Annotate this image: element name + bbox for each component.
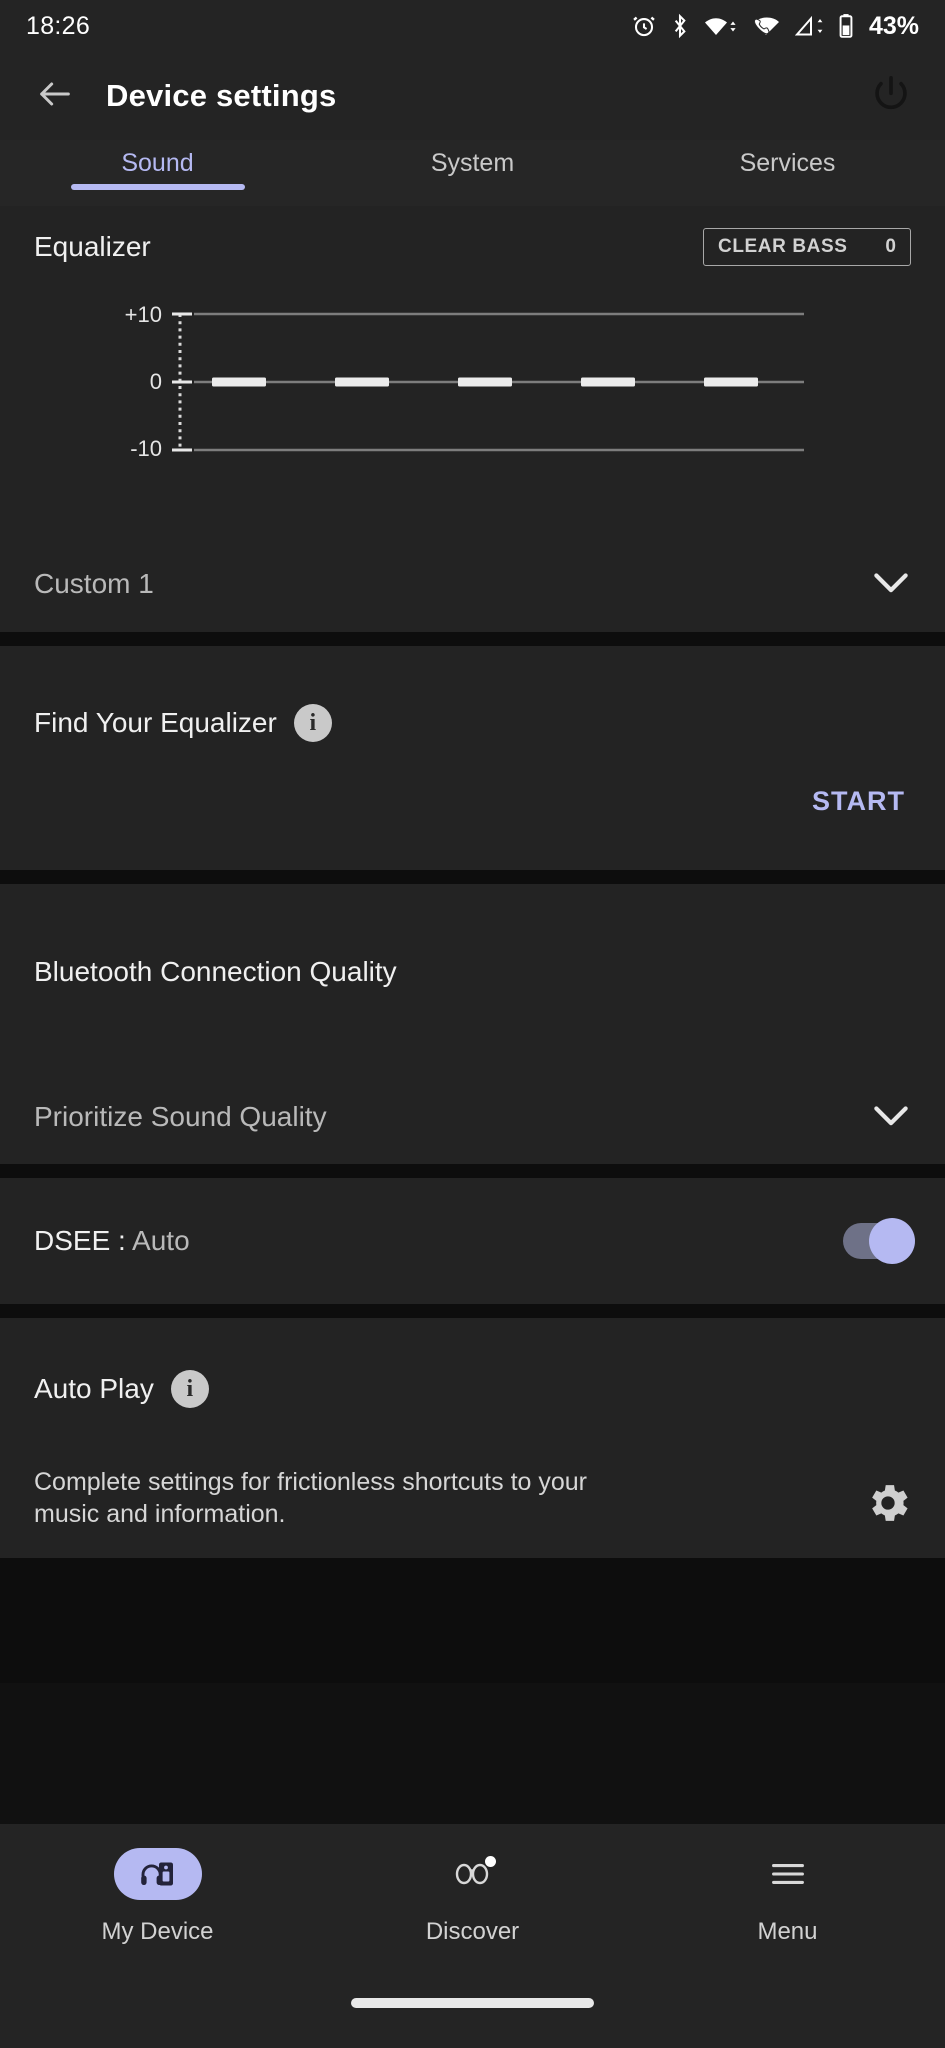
device-settings-screen: 18:26 43% Device settings Sound System S… — [0, 0, 945, 2048]
clear-bass-button[interactable]: CLEAR BASS 0 — [703, 228, 911, 266]
battery-icon — [838, 13, 854, 39]
auto-play-settings-button[interactable] — [863, 1478, 913, 1528]
bottom-navigation: My Device Discover Menu — [0, 1824, 945, 1984]
settings-content: Equalizer CLEAR BASS 0 +10 0 -10 Custom … — [0, 206, 945, 1824]
tab-bar: Sound System Services — [0, 140, 945, 206]
nav-pill-menu — [744, 1848, 832, 1900]
hamburger-menu-icon — [770, 1859, 806, 1889]
start-button[interactable]: START — [812, 786, 905, 817]
back-button[interactable] — [18, 59, 92, 133]
wifi-calling-icon — [750, 13, 782, 39]
equalizer-preset-name: Custom 1 — [34, 568, 154, 599]
auto-play-title: Auto Play — [34, 1373, 154, 1404]
svg-text:0: 0 — [150, 369, 162, 394]
nav-pill-my-device — [113, 1848, 202, 1900]
eq-band-5-handle — [704, 377, 758, 387]
content-filler — [0, 1558, 945, 1683]
chevron-down-icon — [871, 569, 911, 600]
auto-play-description: Complete settings for frictionless short… — [34, 1468, 588, 1528]
equalizer-header: Equalizer CLEAR BASS 0 — [34, 228, 911, 266]
equalizer-graph[interactable]: +10 0 -10 — [34, 292, 911, 477]
equalizer-svg: +10 0 -10 — [125, 302, 804, 461]
eq-band-2-handle — [335, 377, 389, 387]
dsee-toggle-knob — [869, 1218, 915, 1264]
nav-label-discover: Discover — [425, 1918, 520, 1945]
dsee-row: DSEE : Auto — [0, 1178, 945, 1304]
clear-bass-value: 0 — [885, 236, 896, 257]
svg-text:-10: -10 — [130, 436, 162, 461]
dsee-toggle[interactable] — [843, 1218, 915, 1264]
status-bar: 18:26 43% — [0, 0, 945, 52]
auto-play-header: Auto Play i — [34, 1370, 209, 1408]
headphones-device-icon — [139, 1857, 177, 1891]
info-icon[interactable]: i — [293, 704, 332, 742]
find-your-equalizer-header: Find Your Equalizer i — [34, 704, 332, 742]
chevron-down-icon — [871, 1102, 911, 1133]
power-button[interactable] — [861, 66, 921, 126]
home-gesture-bar[interactable] — [351, 1998, 594, 2008]
nav-label-my-device: My Device — [101, 1918, 214, 1945]
info-icon[interactable]: i — [170, 1370, 209, 1408]
status-bar-icons: 43% — [631, 12, 919, 41]
dsee-label-group: DSEE : Auto — [34, 1225, 190, 1257]
section-divider — [0, 870, 945, 884]
bluetooth-quality-value: Prioritize Sound Quality — [34, 1101, 327, 1132]
equalizer-preset-selector[interactable]: Custom 1 — [0, 536, 945, 632]
eq-band-4-handle — [581, 377, 635, 387]
find-your-equalizer-title: Find Your Equalizer — [34, 707, 277, 738]
gesture-bar-area — [0, 1984, 945, 2048]
status-bar-clock: 18:26 — [26, 11, 91, 40]
section-divider — [0, 632, 945, 646]
nav-item-my-device[interactable]: My Device — [0, 1824, 315, 1946]
cellular-signal-icon — [794, 13, 825, 39]
svg-text:+10: +10 — [125, 302, 162, 327]
dsee-value: Auto — [132, 1225, 190, 1256]
equalizer-card: Equalizer CLEAR BASS 0 +10 0 -10 — [0, 206, 945, 536]
power-icon — [869, 72, 913, 121]
nav-item-menu[interactable]: Menu — [630, 1824, 945, 1946]
dsee-label: DSEE : — [34, 1225, 126, 1256]
eq-band-1-handle — [212, 377, 266, 387]
section-divider — [0, 1164, 945, 1178]
wifi-icon — [703, 13, 737, 39]
equalizer-title: Equalizer — [34, 231, 151, 262]
discover-badge-dot — [484, 1856, 496, 1867]
nav-pill-discover — [429, 1848, 517, 1900]
alarm-icon — [631, 13, 657, 39]
nav-item-discover[interactable]: Discover — [315, 1824, 630, 1946]
section-divider — [0, 1304, 945, 1318]
tab-services[interactable]: Services — [630, 140, 945, 178]
binoculars-icon — [451, 1856, 496, 1891]
bluetooth-icon — [670, 13, 690, 39]
app-bar: Device settings — [0, 52, 945, 140]
bluetooth-quality-selector[interactable]: Prioritize Sound Quality — [0, 1070, 945, 1164]
nav-label-menu: Menu — [757, 1918, 818, 1945]
tab-sound[interactable]: Sound — [0, 140, 315, 178]
clear-bass-label: CLEAR BASS — [718, 236, 848, 257]
bluetooth-quality-title: Bluetooth Connection Quality — [34, 956, 397, 987]
auto-play-card: Auto Play i Complete settings for fricti… — [0, 1318, 945, 1558]
arrow-left-icon — [35, 74, 75, 119]
gear-icon — [863, 1485, 913, 1532]
bluetooth-quality-card: Bluetooth Connection Quality — [0, 884, 945, 1070]
page-title: Device settings — [106, 78, 337, 113]
tab-system[interactable]: System — [315, 140, 630, 178]
find-your-equalizer-card: Find Your Equalizer i START — [0, 646, 945, 870]
eq-band-3-handle — [458, 377, 512, 387]
battery-percentage: 43% — [868, 11, 919, 40]
